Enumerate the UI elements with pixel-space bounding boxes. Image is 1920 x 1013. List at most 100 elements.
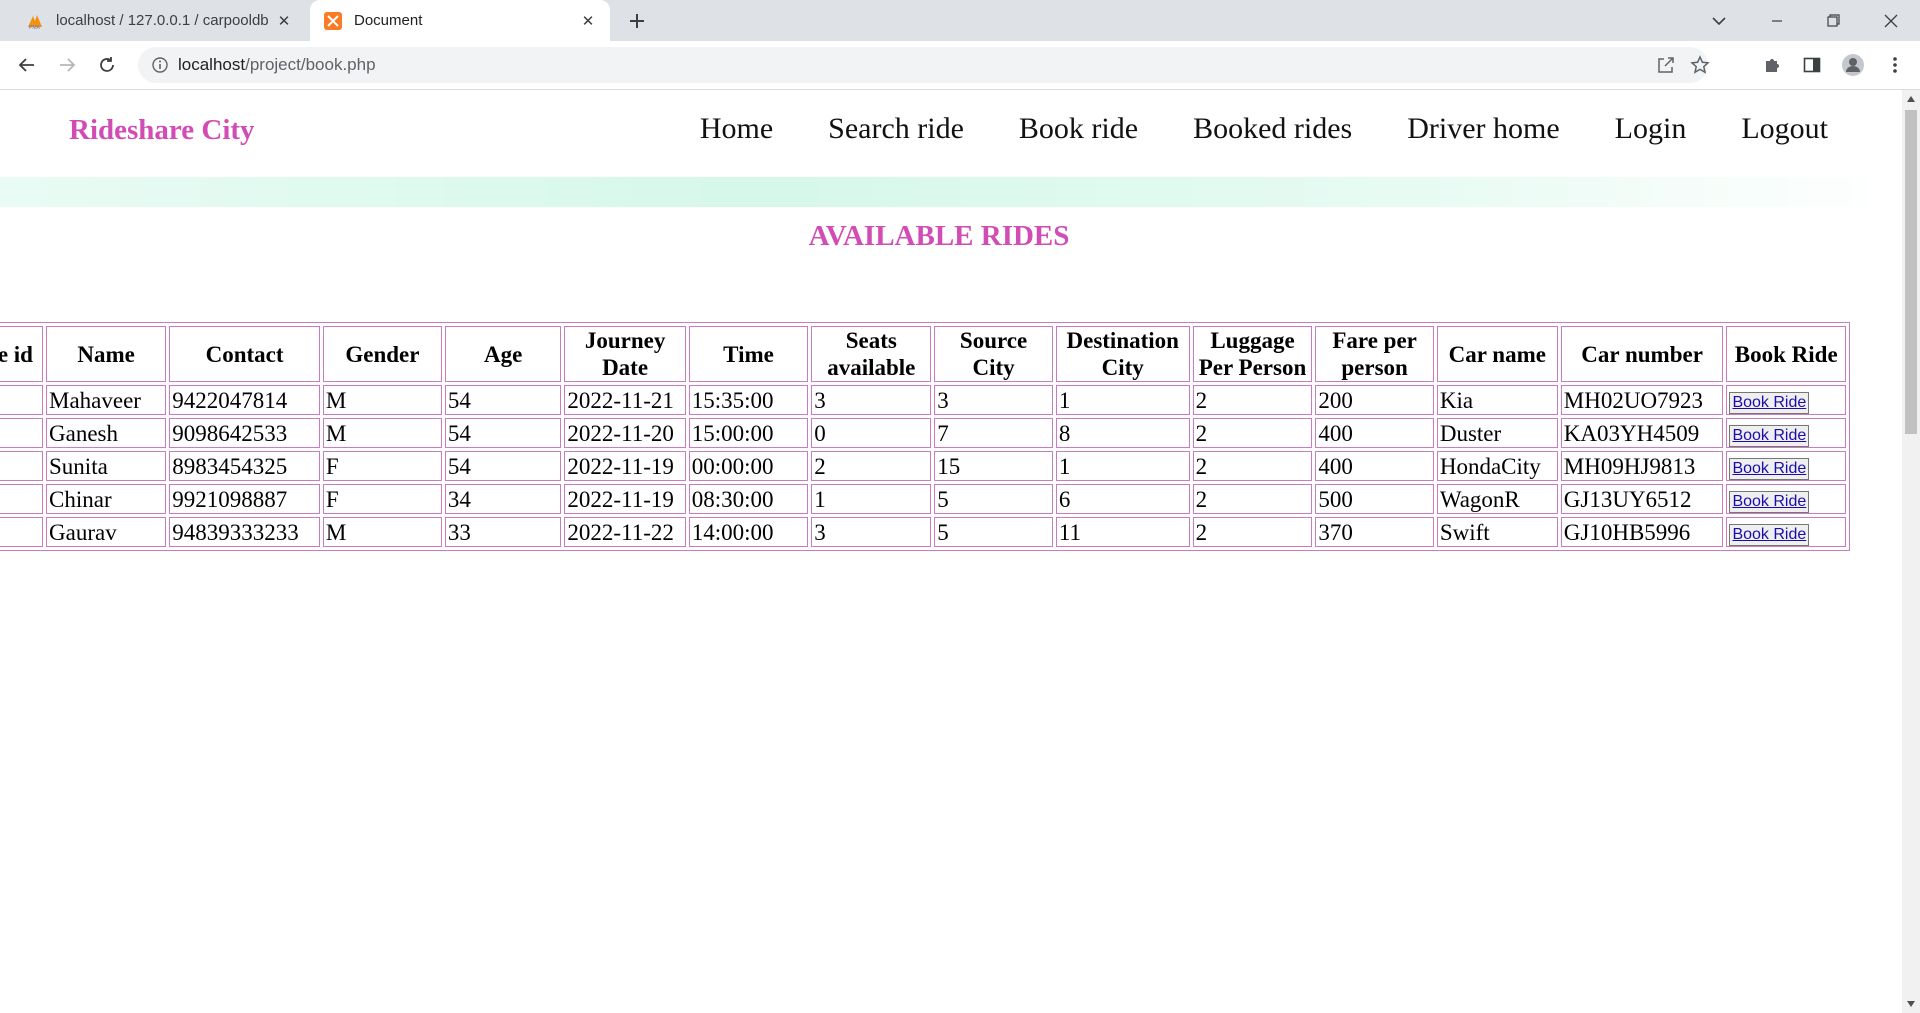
restore-icon (1826, 14, 1840, 27)
cell-contact: 9422047814 (169, 385, 320, 415)
url-path: /project/book.php (245, 55, 376, 74)
browser-tab-document[interactable]: Document ✕ (310, 0, 610, 41)
forward-button[interactable] (52, 50, 82, 80)
arrow-left-icon (18, 58, 34, 72)
book-ride-button[interactable]: Book Ride (1729, 458, 1810, 480)
back-button[interactable] (12, 50, 42, 80)
cell-age: 54 (444, 418, 562, 448)
cell-source: 7 (934, 418, 1053, 448)
scrollbar-thumb[interactable] (1905, 110, 1917, 434)
col-header-contact: Contact (169, 326, 320, 382)
nav-home[interactable]: Home (700, 112, 773, 146)
close-icon[interactable]: ✕ (576, 9, 600, 33)
col-header-car-name: Car name (1436, 326, 1558, 382)
col-header-car-number: Car number (1560, 326, 1724, 382)
scroll-down-icon[interactable] (1906, 999, 1916, 1009)
nav-search-ride[interactable]: Search ride (828, 112, 964, 146)
book-ride-button[interactable]: Book Ride (1729, 392, 1810, 414)
cell-source: 5 (934, 517, 1053, 547)
book-ride-button[interactable]: Book Ride (1729, 524, 1810, 546)
brand-logo[interactable]: Rideshare City (69, 114, 255, 147)
cell-book: Book Ride (1726, 418, 1846, 448)
tab-title: Document (354, 12, 423, 29)
close-window-button[interactable] (1868, 0, 1914, 41)
tab-search-button[interactable] (1696, 0, 1742, 41)
restore-button[interactable] (1810, 0, 1856, 41)
main-nav: Home Search ride Book ride Booked rides … (700, 112, 1828, 146)
scroll-up-icon[interactable] (1906, 94, 1916, 104)
side-panel-icon (1803, 57, 1821, 73)
cell-luggage: 2 (1192, 385, 1313, 415)
profile-button[interactable] (1838, 50, 1868, 80)
extensions-button[interactable] (1758, 50, 1788, 80)
close-icon (1884, 14, 1898, 27)
cell-date: 2022-11-19 (564, 451, 686, 481)
nav-logout[interactable]: Logout (1741, 112, 1828, 146)
cell-name: Chinar (46, 484, 167, 514)
tab-title: localhost / 127.0.0.1 / carpooldb (56, 12, 269, 29)
url-host: localhost (178, 55, 246, 74)
table-row: Gaurav 94839333233 M 33 2022-11-22 14:00… (0, 517, 1846, 547)
cell-contact: 94839333233 (169, 517, 320, 547)
new-tab-button[interactable] (624, 8, 650, 34)
cell-age: 54 (444, 451, 562, 481)
avatar-icon (1842, 54, 1864, 76)
cell-ride-id (0, 451, 44, 481)
cell-date: 2022-11-22 (564, 517, 686, 547)
col-header-journey-date: Journey Date (564, 326, 686, 382)
col-header-destination-city: Destination City (1055, 326, 1190, 382)
cell-luggage: 2 (1192, 451, 1313, 481)
rides-table: Ride id Name Contact Gender Age Journey … (0, 322, 1850, 551)
nav-booked-rides[interactable]: Booked rides (1193, 112, 1352, 146)
cell-source: 15 (934, 451, 1053, 481)
nav-login[interactable]: Login (1615, 112, 1687, 146)
phpmyadmin-icon: PMA (28, 14, 42, 30)
side-panel-button[interactable] (1797, 50, 1827, 80)
cell-car-number: KA03YH4509 (1560, 418, 1724, 448)
page-scrollbar[interactable] (1902, 90, 1920, 1013)
cell-car-number: MH09HJ9813 (1560, 451, 1724, 481)
cell-destination: 1 (1055, 385, 1190, 415)
cell-book: Book Ride (1726, 385, 1846, 415)
browser-toolbar: localhost/project/book.php (0, 41, 1920, 90)
cell-destination: 8 (1055, 418, 1190, 448)
cell-time: 14:00:00 (688, 517, 809, 547)
cell-fare: 370 (1315, 517, 1434, 547)
star-icon[interactable] (1690, 55, 1710, 80)
site-header: Rideshare City Home Search ride Book rid… (0, 90, 1902, 177)
reload-button[interactable] (92, 50, 122, 80)
cell-time: 00:00:00 (688, 451, 809, 481)
svg-text:PMA: PMA (29, 25, 41, 30)
share-icon[interactable] (1656, 55, 1676, 80)
cell-car-name: HondaCity (1436, 451, 1558, 481)
cell-gender: M (322, 517, 442, 547)
cell-gender: M (322, 385, 442, 415)
url-text: localhost/project/book.php (178, 55, 376, 75)
book-ride-button[interactable]: Book Ride (1729, 491, 1810, 513)
cell-seats: 0 (811, 418, 932, 448)
col-header-book-ride: Book Ride (1726, 326, 1846, 382)
cell-car-name: Swift (1436, 517, 1558, 547)
kebab-menu-icon (1893, 57, 1897, 73)
nav-book-ride[interactable]: Book ride (1019, 112, 1138, 146)
cell-gender: M (322, 418, 442, 448)
cell-contact: 8983454325 (169, 451, 320, 481)
browser-tab-phpmyadmin[interactable]: PMA localhost / 127.0.0.1 / carpooldb ✕ (12, 0, 306, 41)
cell-seats: 3 (811, 517, 932, 547)
cell-time: 08:30:00 (688, 484, 809, 514)
col-header-age: Age (444, 326, 562, 382)
close-icon[interactable]: ✕ (272, 9, 296, 33)
info-icon[interactable] (150, 55, 170, 75)
cell-book: Book Ride (1726, 484, 1846, 514)
cell-destination: 6 (1055, 484, 1190, 514)
table-row: Mahaveer 9422047814 M 54 2022-11-21 15:3… (0, 385, 1846, 415)
col-header-time: Time (688, 326, 809, 382)
minimize-button[interactable] (1754, 0, 1800, 41)
col-header-fare: Fare per person (1315, 326, 1434, 382)
col-header-seats: Seats available (811, 326, 932, 382)
book-ride-button[interactable]: Book Ride (1729, 425, 1810, 447)
nav-driver-home[interactable]: Driver home (1407, 112, 1559, 146)
cell-source: 5 (934, 484, 1053, 514)
address-bar[interactable]: localhost/project/book.php (138, 47, 1710, 83)
menu-button[interactable] (1880, 50, 1910, 80)
